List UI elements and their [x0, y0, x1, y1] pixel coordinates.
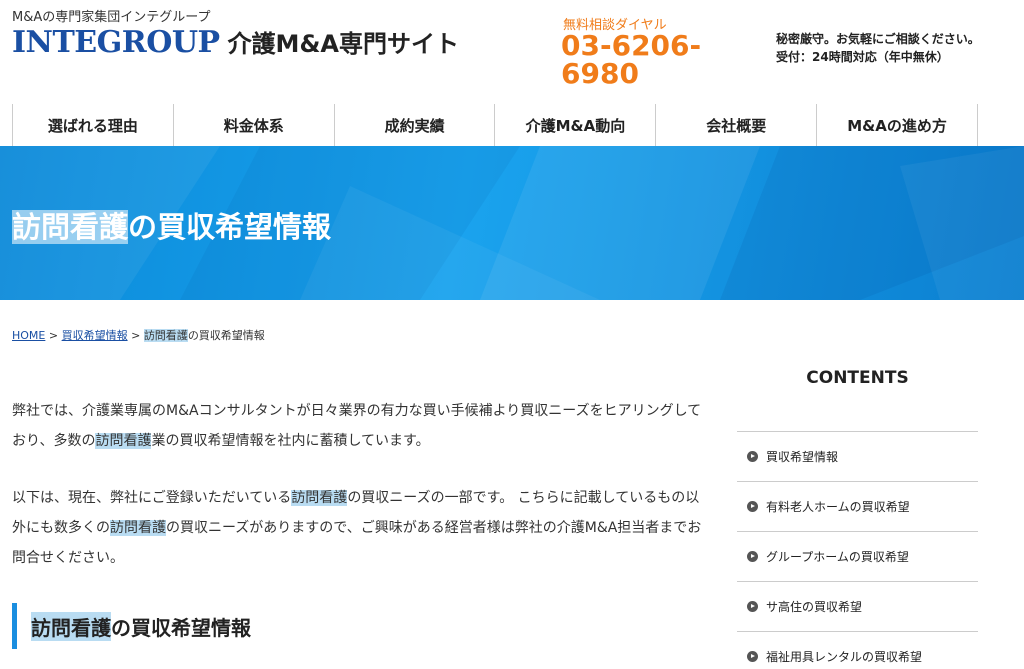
hero-banner: 訪問看護の買収希望情報 [0, 146, 1024, 300]
sidebar-item-label: 福祉用具レンタルの買収希望 [766, 650, 923, 664]
breadcrumb: HOME > 買収希望情報 > 訪問看護の買収希望情報 [12, 327, 265, 343]
sidebar-menu: 買収希望情報 有料老人ホームの買収希望 グループホームの買収希望 サ高住の買収希… [737, 431, 978, 669]
sidebar-item-label: サ高住の買収希望 [766, 600, 863, 614]
logo-subtitle: 介護M&A専門サイト [227, 30, 459, 58]
sidebar-title: CONTENTS [806, 368, 909, 388]
sidebar-item-label: グループホームの買収希望 [766, 550, 909, 564]
breadcrumb-parent-link[interactable]: 買収希望情報 [62, 329, 128, 342]
search-highlight: 訪問看護 [95, 433, 152, 449]
section-heading: 訪問看護 の買収希望情報 [12, 603, 251, 649]
page-title-text: の買収希望情報 [128, 210, 332, 244]
sidebar-item-welfare-rental[interactable]: 福祉用具レンタルの買収希望 [737, 632, 978, 669]
page-title: 訪問看護の買収希望情報 [12, 204, 331, 246]
breadcrumb-separator: > [48, 329, 59, 342]
search-highlight: 訪問看護 [110, 520, 166, 536]
section-heading-text: の買収希望情報 [111, 615, 251, 640]
nav-item-trends[interactable]: 介護M&A動向 [495, 104, 657, 146]
confidential-notice: 秘密厳守。お気軽にご相談ください。 [776, 32, 980, 46]
site-header: M&Aの専門家集団インテグループ INTEGROUP 介護M&A専門サイト 無料… [0, 0, 1024, 100]
circle-arrow-right-icon [747, 651, 758, 662]
sidebar-item-acquisition-info[interactable]: 買収希望情報 [737, 432, 978, 482]
nav-item-pricing[interactable]: 料金体系 [174, 104, 335, 146]
breadcrumb-current-highlight: 訪問看護 [143, 329, 188, 342]
circle-arrow-right-icon [747, 451, 758, 462]
sidebar-item-label: 買収希望情報 [766, 450, 839, 464]
sidebar-item-group-home[interactable]: グループホームの買収希望 [737, 532, 978, 582]
circle-arrow-right-icon [747, 501, 758, 512]
header-tagline: M&Aの専門家集団インテグループ [12, 10, 211, 25]
sidebar-item-nursing-home[interactable]: 有料老人ホームの買収希望 [737, 482, 978, 532]
phone-number[interactable]: 03-6206-6980 [561, 32, 741, 88]
page-title-highlight: 訪問看護 [12, 210, 129, 244]
site-logo[interactable]: INTEGROUP 介護M&A専門サイト [12, 24, 459, 60]
needs-paragraph: 以下は、現在、弊社にご登録いただいている訪問看護の買収ニーズの一部です。 こちら… [12, 483, 702, 573]
breadcrumb-current: の買収希望情報 [187, 329, 265, 342]
section-heading-highlight: 訪問看護 [31, 611, 111, 641]
breadcrumb-separator: > [131, 329, 141, 342]
breadcrumb-home-link[interactable]: HOME [12, 329, 45, 342]
search-highlight: 訪問看護 [291, 490, 348, 506]
hours-notice: 受付：24時間対応（年中無休） [776, 50, 949, 64]
nav-item-reasons[interactable]: 選ばれる理由 [13, 104, 174, 146]
sidebar-item-senior-housing[interactable]: サ高住の買収希望 [737, 582, 978, 632]
circle-arrow-right-icon [747, 601, 758, 612]
nav-item-results[interactable]: 成約実績 [335, 104, 496, 146]
intro-paragraph: 弊社では、介護業専属のM&Aコンサルタントが日々業界の有力な買い手候補より買収ニ… [12, 396, 702, 456]
logo-wordmark: INTEGROUP [12, 25, 220, 60]
nav-item-process[interactable]: M&Aの進め方 [817, 104, 978, 146]
needs-text-a: 以下は、現在、弊社にご登録いただいている [12, 490, 292, 506]
intro-text-b: 業の買収希望情報を社内に蓄積しています。 [151, 433, 430, 449]
circle-arrow-right-icon [747, 551, 758, 562]
nav-item-company[interactable]: 会社概要 [656, 104, 818, 146]
sidebar-item-label: 有料老人ホームの買収希望 [766, 500, 910, 514]
global-nav: 選ばれる理由 料金体系 成約実績 介護M&A動向 会社概要 M&Aの進め方 [12, 104, 978, 146]
